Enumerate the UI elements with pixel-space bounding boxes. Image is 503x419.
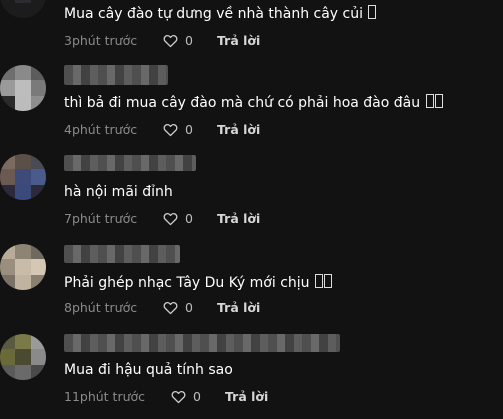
- avatar-pixel: [15, 169, 31, 185]
- heart-icon[interactable]: [162, 32, 179, 49]
- heart-icon[interactable]: [162, 121, 179, 138]
- comment-time: 4phút trước: [64, 121, 138, 137]
- avatar-pixel: [0, 154, 16, 170]
- avatar-pixel: [0, 184, 16, 200]
- emoji-glyphs: [367, 5, 377, 22]
- avatar-pixel: [15, 364, 31, 380]
- comment-text: Mua đi hậu quả tính sao: [64, 361, 233, 379]
- avatar-pixel: [15, 2, 31, 18]
- comment-text: hà nội mãi đỉnh: [64, 183, 173, 201]
- avatar-pixel: [15, 274, 31, 290]
- avatar-pixel: [30, 154, 46, 170]
- comment-time: 7phút trước: [64, 210, 138, 226]
- username-blurred[interactable]: [64, 155, 196, 171]
- missing-glyph-icon: [434, 94, 443, 108]
- avatar-pixel: [0, 349, 16, 365]
- comment-time: 11phút trước: [64, 388, 146, 404]
- reply-button[interactable]: Trả lời: [217, 300, 260, 315]
- reply-button[interactable]: Trả lời: [217, 33, 260, 48]
- missing-glyph-icon: [425, 94, 434, 108]
- avatar-pixel: [15, 65, 31, 81]
- avatar[interactable]: [0, 65, 46, 111]
- avatar-pixel: [15, 259, 31, 275]
- avatar-pixel: [30, 334, 46, 350]
- avatar-pixel: [15, 95, 31, 111]
- avatar-pixel: [30, 364, 46, 380]
- reply-button[interactable]: Trả lời: [225, 389, 268, 404]
- avatar-pixel: [30, 244, 46, 260]
- comment-text-content: thì bả đi mua cây đào mà chứ có phải hoa…: [64, 95, 421, 111]
- avatar-pixel: [30, 80, 46, 96]
- like-count: 0: [185, 299, 193, 315]
- avatar-pixel: [30, 2, 46, 18]
- heart-icon[interactable]: [162, 210, 179, 227]
- avatar-pixel: [0, 259, 16, 275]
- comment-meta: 4phút trước 0 Trả lời: [64, 119, 260, 139]
- emoji-glyphs: [314, 274, 332, 291]
- avatar-pixel: [30, 259, 46, 275]
- comment-meta: 11phút trước 0 Trả lời: [64, 386, 268, 406]
- avatar-pixel: [15, 80, 31, 96]
- avatar-pixel: [30, 169, 46, 185]
- avatar-pixel: [0, 80, 16, 96]
- comment-meta: 7phút trước 0 Trả lời: [64, 208, 260, 228]
- avatar-pixel: [30, 184, 46, 200]
- username-blurred[interactable]: [64, 65, 168, 85]
- like-count: 0: [193, 388, 201, 404]
- avatar-pixel: [0, 95, 16, 111]
- avatar-pixel: [0, 274, 16, 290]
- avatar[interactable]: [0, 0, 46, 18]
- comment-text-content: Mua đi hậu quả tính sao: [64, 362, 233, 378]
- avatar-pixel: [0, 169, 16, 185]
- missing-glyph-icon: [314, 274, 323, 288]
- avatar-pixel: [15, 184, 31, 200]
- username-blurred[interactable]: [64, 334, 340, 352]
- like-count: 0: [185, 121, 193, 137]
- username-blurred[interactable]: [64, 245, 180, 263]
- avatar[interactable]: [0, 154, 46, 200]
- missing-glyph-icon: [368, 5, 377, 19]
- comment-text: thì bả đi mua cây đào mà chứ có phải hoa…: [64, 94, 443, 112]
- avatar-pixel: [15, 334, 31, 350]
- avatar-pixel: [0, 244, 16, 260]
- comment-text: Phải ghép nhạc Tây Du Ký mới chịu: [64, 274, 332, 292]
- reply-button[interactable]: Trả lời: [217, 211, 260, 226]
- comment-text-content: hà nội mãi đỉnh: [64, 184, 173, 200]
- avatar-pixel: [0, 364, 16, 380]
- comment-meta: 8phút trước 0 Trả lời: [64, 297, 260, 317]
- comment-time: 3phút trước: [64, 32, 138, 48]
- comment-text: Mua cây đào tự dưng về nhà thành cây củi: [64, 5, 377, 23]
- avatar-pixel: [30, 274, 46, 290]
- avatar-pixel: [15, 349, 31, 365]
- emoji-glyphs: [425, 94, 443, 111]
- avatar-pixel: [30, 65, 46, 81]
- heart-icon[interactable]: [162, 299, 179, 316]
- avatar-pixel: [15, 244, 31, 260]
- avatar-pixel: [0, 334, 16, 350]
- avatar-pixel: [15, 154, 31, 170]
- avatar-pixel: [0, 65, 16, 81]
- heart-icon[interactable]: [170, 388, 187, 405]
- like-count: 0: [185, 210, 193, 226]
- avatar-pixel: [30, 349, 46, 365]
- reply-button[interactable]: Trả lời: [217, 122, 260, 137]
- avatar[interactable]: [0, 334, 46, 380]
- avatar-pixel: [0, 2, 16, 18]
- comment-time: 8phút trước: [64, 299, 138, 315]
- comment-text-content: Phải ghép nhạc Tây Du Ký mới chịu: [64, 275, 310, 291]
- avatar[interactable]: [0, 244, 46, 290]
- comment-meta: 3phút trước 0 Trả lời: [64, 30, 260, 50]
- avatar-pixel: [30, 95, 46, 111]
- comment-text-content: Mua cây đào tự dưng về nhà thành cây củi: [64, 6, 363, 22]
- missing-glyph-icon: [323, 274, 332, 288]
- like-count: 0: [185, 32, 193, 48]
